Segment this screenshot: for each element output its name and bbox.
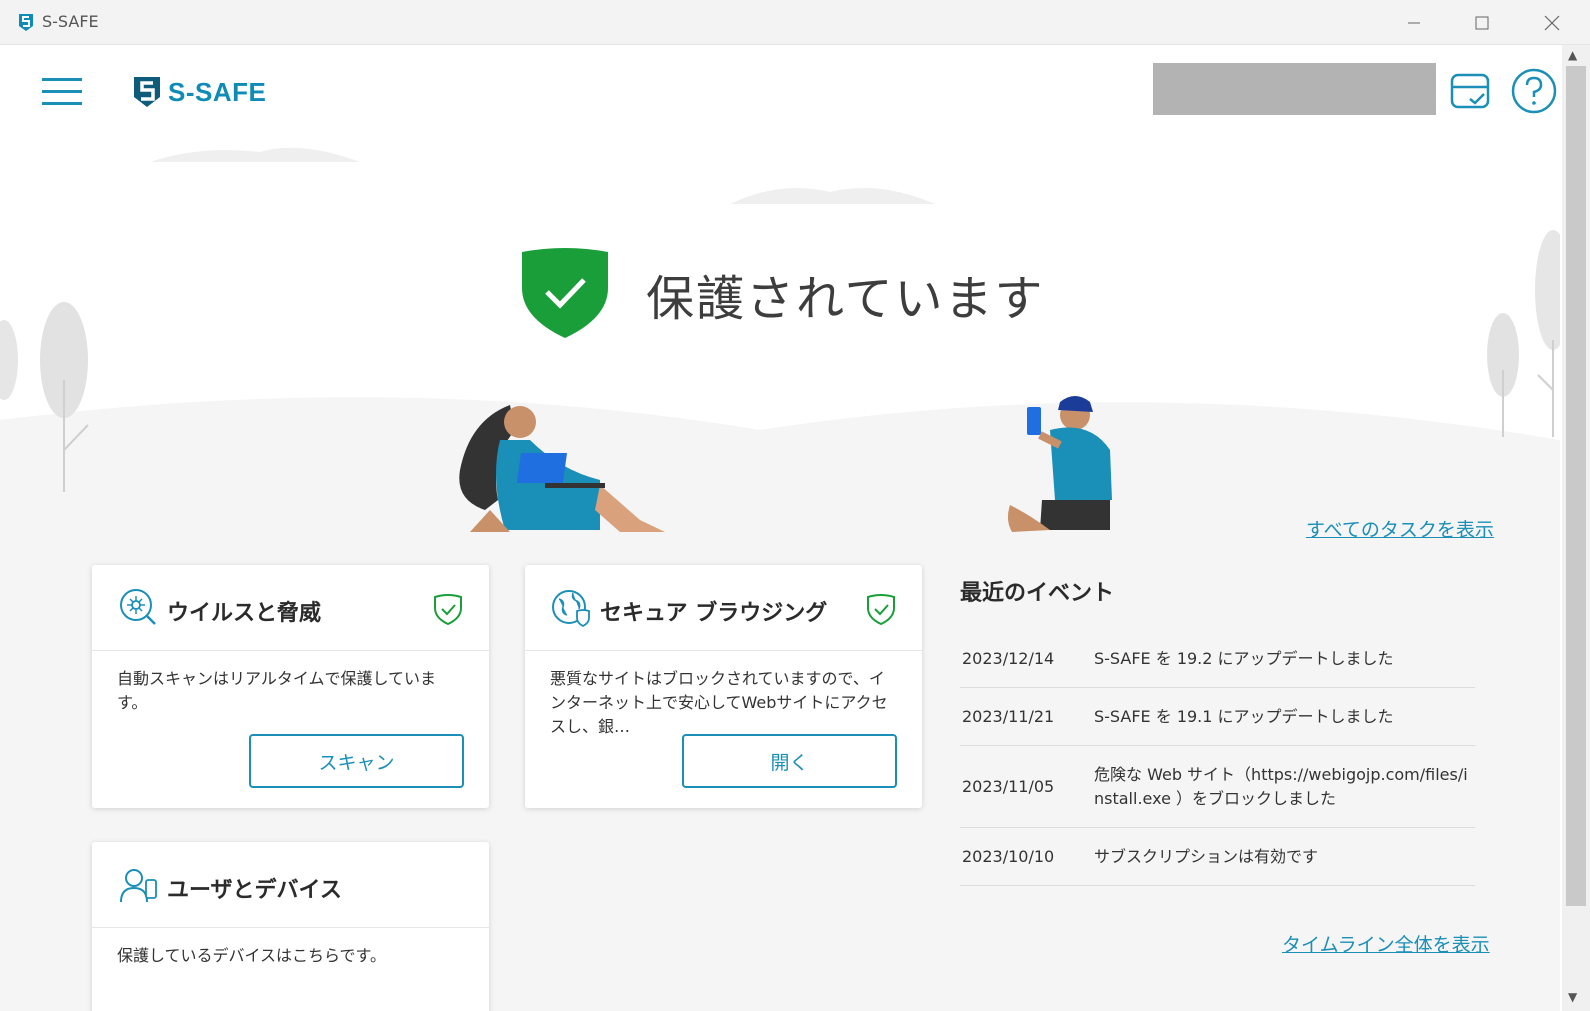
globe-shield-icon [552,590,590,627]
brand-name: S-SAFE [168,76,267,107]
app-header: S-SAFE [0,45,1560,140]
event-row: 2023/11/21 S-SAFE を 19.1 にアップデートしました [960,688,1475,746]
recent-events-title: 最近のイベント [960,581,1115,606]
title-bar: S-SAFE [0,0,1590,45]
virus-threats-card: ウイルスと脅威 自動スキャンはリアルタイムで保護しています。 スキャン [92,565,489,808]
virus-card-description: 自動スキャンはリアルタイムで保護しています。 [117,669,437,712]
open-button[interactable]: 開く [682,734,897,788]
recent-events-list: 2023/12/14 S-SAFE を 19.2 にアップデートしました 202… [960,630,1475,886]
secure-browsing-card: セキュア ブラウジング 悪質なサイトはブロックされていますので、インターネット上… [525,565,922,808]
card-check-icon[interactable] [1446,67,1494,115]
shield-check-icon [434,594,462,625]
event-date: 2023/10/10 [962,847,1055,866]
question-icon[interactable] [1510,67,1558,115]
users-card-title: ユーザとデバイス [167,878,342,903]
event-text: 危険な Web サイト（https://webigojp.com/files/i… [1094,764,1468,808]
shield-check-icon [867,594,895,625]
maximize-icon [1475,16,1489,29]
event-date: 2023/12/14 [962,649,1055,668]
event-row: 2023/11/05 危険な Web サイト（https://webigojp.… [960,746,1475,828]
scrollbar-thumb[interactable] [1566,66,1586,906]
minimize-button[interactable] [1380,0,1448,45]
scan-button[interactable]: スキャン [249,734,464,788]
close-icon [1544,15,1560,30]
full-timeline-link[interactable]: タイムライン全体を表示 [1282,930,1490,957]
event-text: S-SAFE を 19.1 にアップデートしました [1094,706,1394,726]
brand-logo: S-SAFE [132,75,266,109]
minimize-icon [1408,22,1420,23]
event-text: サブスクリプションは有効です [1094,846,1319,866]
browsing-card-title: セキュア ブラウジング [600,601,828,626]
event-date: 2023/11/21 [962,707,1055,726]
event-row: 2023/10/10 サブスクリプションは有効です [960,828,1475,886]
users-devices-card: ユーザとデバイス 保護しているデバイスはこちらです。 [92,842,489,1011]
menu-icon[interactable] [42,78,82,108]
scroll-up-icon[interactable]: ▲ [1568,48,1577,62]
protection-status-title: 保護されています [646,271,1045,327]
maximize-button[interactable] [1448,0,1516,45]
protection-status: 保護されています [520,248,1045,340]
close-button[interactable] [1518,0,1586,45]
brand-shield-icon [134,77,160,107]
card-header: ウイルスと脅威 [92,565,489,651]
event-date: 2023/11/05 [962,777,1055,796]
event-text: S-SAFE を 19.2 にアップデートしました [1094,648,1394,668]
virus-scan-icon [120,589,156,625]
app-logo-icon [19,14,33,31]
all-tasks-link[interactable]: すべてのタスクを表示 [1306,515,1494,542]
user-device-icon [120,869,157,903]
virus-card-title: ウイルスと脅威 [167,601,322,626]
card-header: ユーザとデバイス [92,842,489,928]
shield-check-icon [522,248,608,338]
window-title: S-SAFE [42,12,99,31]
scroll-down-icon[interactable]: ▼ [1568,990,1577,1004]
card-header: セキュア ブラウジング [525,565,922,651]
account-redacted-box[interactable] [1153,63,1436,115]
users-card-description: 保護しているデバイスはこちらです。 [117,946,386,965]
browsing-card-description: 悪質なサイトはブロックされていますので、インターネット上で安心してWebサイトに… [550,669,888,736]
event-row: 2023/12/14 S-SAFE を 19.2 にアップデートしました [960,630,1475,688]
